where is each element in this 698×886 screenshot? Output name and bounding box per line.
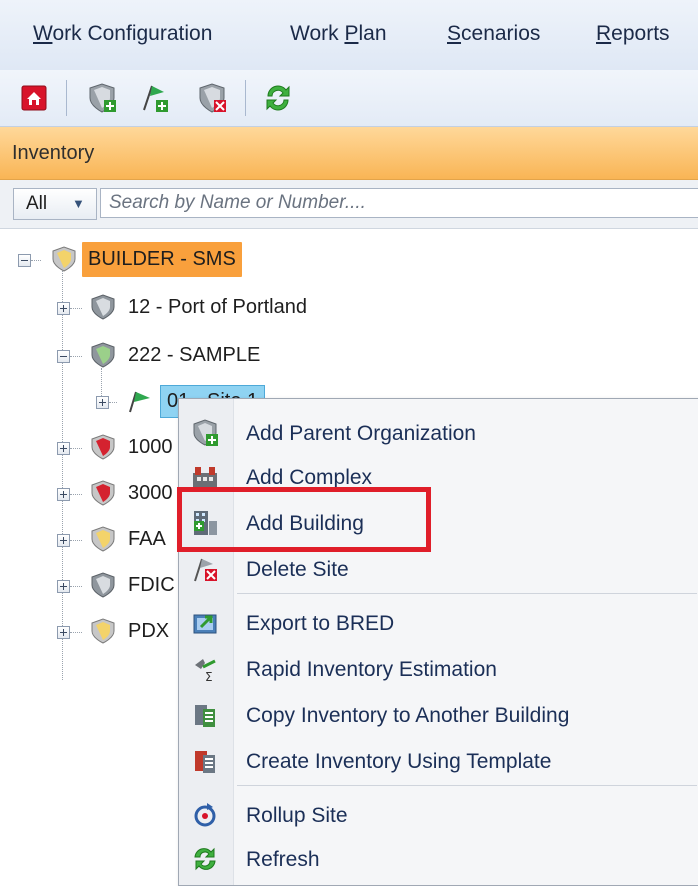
menu-item-rapid-inventory-estimation[interactable]: Σ Rapid Inventory Estimation xyxy=(179,649,698,689)
toolbar-separator xyxy=(245,80,246,116)
add-organization-icon xyxy=(89,83,116,113)
tree-guide-line xyxy=(109,402,117,403)
menu-work-plan[interactable]: Work Plan xyxy=(290,22,387,46)
copy-inventory-icon xyxy=(195,705,215,727)
menu-work-configuration[interactable]: Work Configuration xyxy=(33,22,212,46)
chevron-down-icon: ▼ xyxy=(72,196,85,211)
tree-guide-line xyxy=(70,356,82,357)
refresh-icon xyxy=(266,85,290,111)
menu-item-add-complex[interactable]: Add Complex xyxy=(179,457,698,497)
organization-shield-icon xyxy=(91,526,115,552)
delete-site-icon xyxy=(194,558,217,582)
tree-node[interactable]: 12 - Port of Portland xyxy=(0,288,400,328)
add-site-icon xyxy=(143,85,168,112)
tree-node-root[interactable]: BUILDER - SMS xyxy=(0,240,300,280)
tree-node-label: BUILDER - SMS xyxy=(82,242,242,277)
organization-shield-icon xyxy=(91,294,115,320)
organization-shield-icon xyxy=(91,572,115,598)
menu-item-export-to-bred[interactable]: Export to BRED xyxy=(179,603,698,643)
organization-shield-icon xyxy=(91,342,115,368)
estimation-icon: Σ xyxy=(195,659,216,683)
tree-node-label: 222 - SAMPLE xyxy=(128,344,261,366)
expand-toggle[interactable] xyxy=(57,580,70,593)
menu-reports[interactable]: Reports xyxy=(596,22,670,46)
collapse-toggle[interactable] xyxy=(18,254,31,267)
add-organization-icon xyxy=(193,419,218,446)
refresh-button[interactable] xyxy=(262,82,294,114)
search-bar: All ▼ xyxy=(0,180,698,229)
tree-node-label: 3000 xyxy=(128,482,173,504)
scope-value: All xyxy=(26,193,48,214)
home-button[interactable] xyxy=(18,82,50,114)
tree-node-label: FAA xyxy=(128,528,166,550)
menu-item-copy-inventory[interactable]: Copy Inventory to Another Building xyxy=(179,695,698,735)
tree-node-label: 1000 xyxy=(128,436,173,458)
template-inventory-icon xyxy=(195,751,215,773)
expand-toggle[interactable] xyxy=(57,488,70,501)
tree-guide-line xyxy=(70,632,82,633)
menu-item-delete-site[interactable]: Delete Site xyxy=(179,549,698,589)
expand-toggle[interactable] xyxy=(57,442,70,455)
menu-bar: Work Configuration Work Plan Scenarios R… xyxy=(0,0,698,71)
tree-guide-line xyxy=(70,540,82,541)
delete-organization-icon xyxy=(199,83,226,113)
toolbar xyxy=(0,70,698,127)
collapse-toggle[interactable] xyxy=(57,350,70,363)
scope-dropdown[interactable]: All ▼ xyxy=(13,188,97,220)
search-input[interactable] xyxy=(100,188,698,218)
expand-toggle[interactable] xyxy=(57,302,70,315)
add-building-icon xyxy=(194,511,217,535)
delete-organization-button[interactable] xyxy=(196,82,228,114)
menu-scenarios[interactable]: Scenarios xyxy=(447,22,540,46)
expand-toggle[interactable] xyxy=(96,396,109,409)
organization-shield-icon xyxy=(52,246,76,272)
rollup-icon xyxy=(194,803,216,827)
svg-text:Σ: Σ xyxy=(205,670,213,683)
tree-guide-line xyxy=(70,308,82,309)
tree-guide-line xyxy=(70,586,82,587)
organization-shield-icon xyxy=(91,480,115,506)
menu-item-add-building[interactable]: Add Building xyxy=(179,503,698,543)
menu-separator xyxy=(237,593,697,594)
refresh-icon xyxy=(194,847,216,871)
expand-toggle[interactable] xyxy=(57,626,70,639)
context-menu: Add Parent Organization Add Complex Add … xyxy=(178,398,698,886)
organization-shield-icon xyxy=(91,434,115,460)
menu-item-refresh[interactable]: Refresh xyxy=(179,839,698,879)
tree-guide-line xyxy=(31,260,41,261)
menu-item-create-inventory-template[interactable]: Create Inventory Using Template xyxy=(179,741,698,781)
menu-separator xyxy=(237,785,697,786)
inventory-panel-header: Inventory xyxy=(0,127,698,180)
export-icon xyxy=(193,614,217,634)
home-icon xyxy=(21,85,47,111)
site-flag-icon xyxy=(129,391,150,413)
organization-shield-icon xyxy=(91,618,115,644)
add-site-button[interactable] xyxy=(138,82,170,114)
tree-node-label: 12 - Port of Portland xyxy=(128,296,307,318)
toolbar-separator xyxy=(66,80,67,116)
tree-node-label: PDX xyxy=(128,620,170,642)
tree-node[interactable]: 222 - SAMPLE xyxy=(0,336,400,376)
tree-node-label: FDIC xyxy=(128,574,175,596)
menu-item-rollup-site[interactable]: Rollup Site xyxy=(179,795,698,835)
menu-item-add-parent-organization[interactable]: Add Parent Organization xyxy=(179,413,698,453)
add-organization-button[interactable] xyxy=(86,82,118,114)
tree-guide-line xyxy=(70,494,82,495)
complex-icon xyxy=(193,467,217,489)
expand-toggle[interactable] xyxy=(57,534,70,547)
panel-title: Inventory xyxy=(12,142,95,164)
tree-guide-line xyxy=(70,448,82,449)
